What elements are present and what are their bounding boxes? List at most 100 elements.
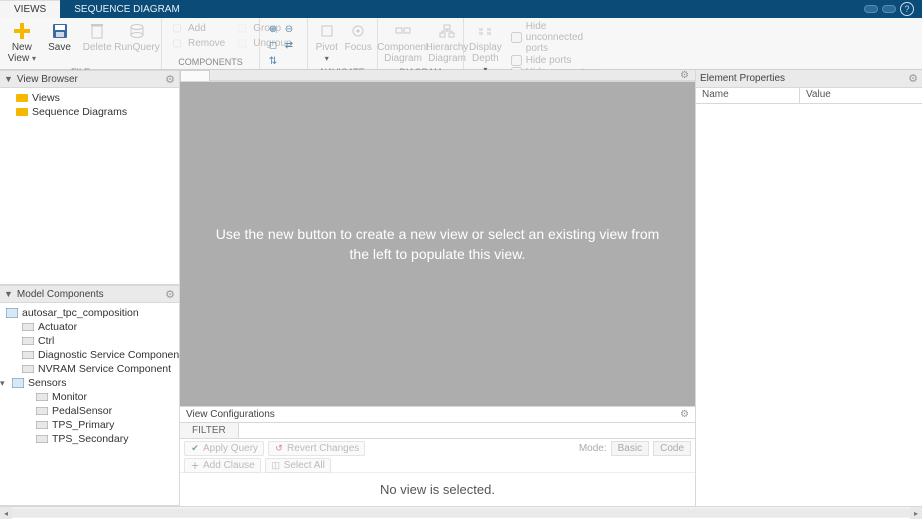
gear-icon[interactable]: ⚙ [680,409,689,420]
component-icon [22,350,34,360]
select-all-icon: ◫ [271,461,281,471]
mode-basic-button: Basic [611,441,649,456]
add-icon: ▢ [170,22,184,34]
expand-pill-icon[interactable] [882,5,896,13]
model-components-panel: ▼ Model Components ⚙ ▾autosar_tpc_compos… [0,285,179,506]
remove-component-button: ▢Remove [168,36,227,50]
mode-label: Mode: [579,443,607,454]
gear-icon[interactable]: ⚙ [680,70,689,81]
model-item[interactable]: Ctrl [2,334,177,348]
component-diagram-icon [394,22,412,40]
model-item[interactable]: Monitor [2,390,177,404]
right-column: Element Properties ⚙ Name Value [696,70,922,506]
model-item[interactable]: Diagnostic Service Component [2,348,177,362]
save-icon [51,22,69,40]
trash-icon [88,22,106,40]
query-icon [128,22,146,40]
view-browser-item[interactable]: Sequence Diagrams [2,105,177,119]
arrow-v-icon[interactable]: ⇅ [266,54,280,68]
model-root[interactable]: ▾autosar_tpc_composition [2,306,177,320]
filter-tab[interactable]: FILTER [180,423,239,438]
component-icon [22,364,34,374]
component-icon [22,322,34,332]
canvas-placeholder-text: Use the new button to create a new view … [210,224,665,264]
help-icon[interactable]: ? [900,2,914,16]
mode-code-button: Code [653,441,691,456]
plus-icon: ＋ [190,461,200,471]
view-browser-item[interactable]: Views [2,91,177,105]
component-icon [36,434,48,444]
component-icon [36,420,48,430]
component-diagram-button: Component Diagram [382,20,424,66]
composition-icon [12,378,24,388]
components-group-label: COMPONENTS [166,56,255,69]
view-browser-panel: ▼ View Browser ⚙ Views Sequence Diagrams [0,70,179,285]
zoom-out-icon[interactable]: ⊖ [282,22,296,36]
view-config-empty-message: No view is selected. [180,473,695,506]
select-all-button: ◫Select All [265,458,331,473]
component-icon [22,336,34,346]
apply-query-button: ✔Apply Query [184,441,264,456]
model-item[interactable]: PedalSensor [2,404,177,418]
hide-unconnected-ports-checkbox: Hide unconnected ports [507,21,608,54]
canvas-area: Use the new button to create a new view … [180,82,695,406]
caret-down-icon[interactable]: ▾ [0,378,8,389]
gear-icon[interactable]: ⚙ [165,288,175,301]
seq-diagram-folder-icon [16,107,28,117]
model-sensors[interactable]: ▾Sensors [2,376,177,390]
remove-icon: ▢ [170,37,184,49]
group-icon: ⬚ [235,22,249,34]
hierarchy-diagram-button: Hierarchy Diagram [426,20,468,66]
horizontal-scrollbar[interactable] [12,507,910,518]
ungroup-icon: ⬚ [235,37,249,49]
arrow-h-icon[interactable]: ⇄ [282,38,296,52]
new-view-button[interactable]: New View ▾ [4,20,40,66]
collapse-icon[interactable]: ▼ [4,289,13,299]
collapse-icon[interactable]: ▼ [4,74,13,84]
check-icon: ✔ [190,444,200,454]
views-folder-icon [16,93,28,103]
model-item[interactable]: NVRAM Service Component [2,362,177,376]
hierarchy-icon [438,22,456,40]
hide-ports-checkbox: Hide ports [507,55,608,66]
revert-icon: ↺ [274,444,284,454]
left-column: ▼ View Browser ⚙ Views Sequence Diagrams… [0,70,180,506]
tab-views[interactable]: VIEWS [0,0,60,18]
composition-icon [6,308,18,318]
model-item[interactable]: TPS_Primary [2,418,177,432]
delete-button: Delete [79,20,115,55]
save-button[interactable]: Save [42,20,78,55]
runquery-button: RunQuery [117,20,157,55]
depth-icon [476,22,494,40]
status-bar: ◂ ▸ [0,506,922,518]
canvas-tab-stub[interactable] [180,70,210,81]
properties-col-value: Value [800,88,922,103]
model-item[interactable]: Actuator [2,320,177,334]
view-browser-title: View Browser [17,74,161,85]
zoom-in-icon[interactable]: ⊕ [266,22,280,36]
component-icon [36,406,48,416]
center-column: ⚙ Use the new button to create a new vie… [180,70,696,506]
scroll-left-icon[interactable]: ◂ [0,507,12,519]
app-tab-strip: VIEWS SEQUENCE DIAGRAM ? [0,0,922,18]
element-properties-title: Element Properties [700,73,904,84]
display-depth-button: Display Depth ▾ [468,20,503,77]
canvas-tab-bar: ⚙ [180,70,695,82]
canvas-tools: ⊕ ⊖ ◻ ⇄ ⇅ [264,20,303,70]
model-item[interactable]: TPS_Secondary [2,432,177,446]
view-config-title: View Configurations [186,409,680,420]
fit-icon[interactable]: ◻ [266,38,280,52]
tab-sequence-diagram[interactable]: SEQUENCE DIAGRAM [60,0,194,18]
properties-col-name: Name [696,88,800,103]
workspace: ▼ View Browser ⚙ Views Sequence Diagrams… [0,70,922,506]
scroll-right-icon[interactable]: ▸ [910,507,922,519]
focus-icon [349,22,367,40]
plus-icon [13,22,31,40]
caret-down-icon[interactable]: ▾ [0,308,2,319]
gear-icon[interactable]: ⚙ [165,73,175,86]
add-clause-button: ＋Add Clause [184,458,261,473]
gear-icon[interactable]: ⚙ [908,72,918,85]
collapse-pill-icon[interactable] [864,5,878,13]
view-configurations-panel: View Configurations ⚙ FILTER ✔Apply Quer… [180,406,695,506]
focus-button: Focus [344,20,374,55]
